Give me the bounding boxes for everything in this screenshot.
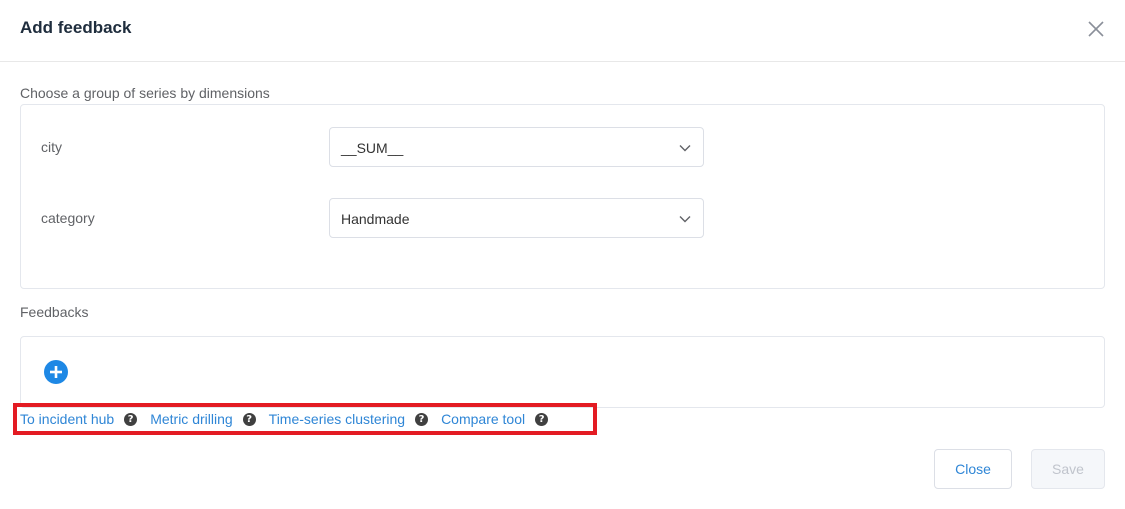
link-metric-drilling[interactable]: Metric drilling xyxy=(150,411,232,427)
chevron-down-icon xyxy=(679,145,691,152)
close-icon[interactable] xyxy=(1085,18,1107,40)
tool-links-highlight: To incident hub ? Metric drilling ? Time… xyxy=(13,403,597,435)
category-select[interactable]: Handmade xyxy=(329,198,704,238)
help-icon[interactable]: ? xyxy=(535,412,549,426)
city-select-value: __SUM__ xyxy=(341,140,404,156)
dimension-label-city: city xyxy=(41,139,62,155)
dimensions-section-label: Choose a group of series by dimensions xyxy=(20,85,270,101)
feedbacks-panel xyxy=(20,336,1105,408)
dimension-label-category: category xyxy=(41,210,95,226)
category-select-value: Handmade xyxy=(341,211,410,227)
feedbacks-section-label: Feedbacks xyxy=(20,304,89,320)
link-compare-tool[interactable]: Compare tool xyxy=(441,411,525,427)
help-icon[interactable]: ? xyxy=(124,412,138,426)
add-feedback-button[interactable] xyxy=(44,360,68,384)
add-feedback-dialog: Add feedback Choose a group of series by… xyxy=(0,0,1125,509)
tool-links: To incident hub ? Metric drilling ? Time… xyxy=(20,411,549,427)
chevron-down-icon xyxy=(679,216,691,223)
link-incident-hub[interactable]: To incident hub xyxy=(20,411,114,427)
dimensions-panel: city __SUM__ category Handmade xyxy=(20,104,1105,289)
plus-icon xyxy=(50,366,62,378)
help-icon[interactable]: ? xyxy=(415,412,429,426)
city-select[interactable]: __SUM__ xyxy=(329,127,704,167)
close-button[interactable]: Close xyxy=(934,449,1012,489)
dialog-header: Add feedback xyxy=(0,0,1125,62)
help-icon[interactable]: ? xyxy=(242,412,256,426)
dialog-title: Add feedback xyxy=(20,18,132,37)
save-button[interactable]: Save xyxy=(1031,449,1105,489)
link-time-series-clustering[interactable]: Time-series clustering xyxy=(269,411,405,427)
